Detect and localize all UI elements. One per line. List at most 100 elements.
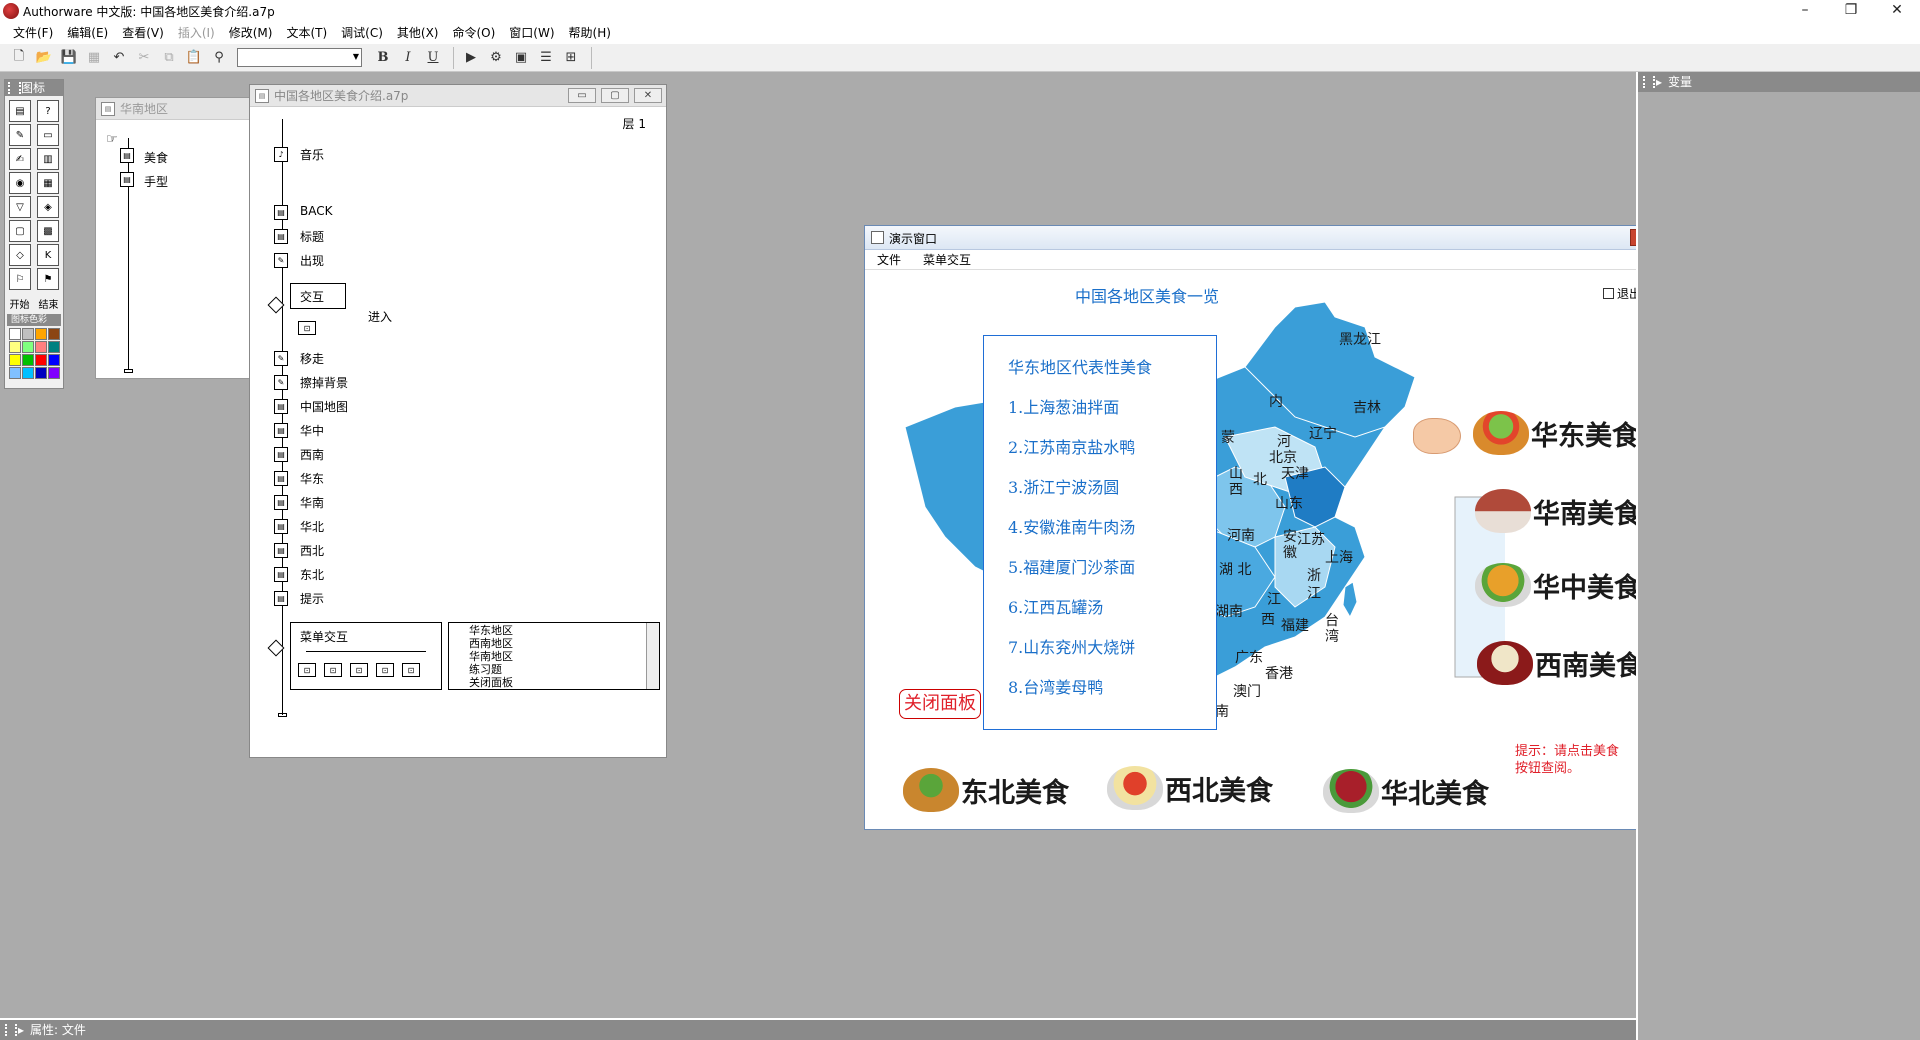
branch-list-item[interactable]: 华南地区 (469, 650, 659, 663)
close-button[interactable]: ✕ (634, 88, 662, 103)
color-swatch[interactable] (48, 367, 60, 379)
restore-button[interactable]: ❐ (1828, 0, 1874, 22)
panel-item[interactable]: 8.台湾姜母鸭 (1008, 674, 1216, 714)
find-icon[interactable]: ⚲ (208, 47, 230, 69)
variables-icon[interactable]: ☰ (535, 47, 557, 69)
display-icon[interactable]: ▤ (274, 447, 288, 462)
color-swatch[interactable] (22, 328, 34, 340)
interaction-icon[interactable]: ▦ (37, 172, 59, 194)
menu-edit[interactable]: 编辑(E) (60, 23, 115, 43)
huanan-window-title[interactable]: ▤ 华南地区 (96, 98, 264, 120)
panel-item[interactable]: 6.江西瓦罐汤 (1008, 594, 1216, 634)
huazhong-food-button[interactable]: 华中美食 (1475, 563, 1641, 607)
panel-item[interactable]: 2.江苏南京盐水鸭 (1008, 434, 1216, 474)
import-icon[interactable]: ▦ (83, 47, 105, 69)
flow-icon-menu-interaction[interactable]: 菜单交互 (300, 628, 348, 645)
color-swatch[interactable] (9, 367, 21, 379)
color-swatch[interactable] (35, 328, 47, 340)
map-icon[interactable]: ◈ (37, 196, 59, 218)
display-icon[interactable]: ▤ (274, 229, 288, 244)
minimize-button[interactable]: ▭ (568, 88, 596, 103)
huabei-food-button[interactable]: 华北美食 (1323, 769, 1489, 813)
color-swatch[interactable] (48, 328, 60, 340)
navigate-icon[interactable]: ✍ (9, 148, 31, 170)
menu-view[interactable]: 查看(V) (115, 23, 171, 43)
flow-item-shouxing[interactable]: 手型 (144, 173, 168, 190)
font-select[interactable]: ▼ (237, 48, 362, 67)
flow-icon-back[interactable]: BACK (300, 204, 332, 218)
color-swatch[interactable] (9, 354, 21, 366)
display-icon[interactable]: ▤ (274, 399, 288, 414)
run-icon[interactable]: ▶ (460, 47, 482, 69)
maximize-button[interactable]: ▢ (601, 88, 629, 103)
color-swatch[interactable] (22, 341, 34, 353)
xibei-food-button[interactable]: 西北美食 (1107, 766, 1273, 810)
branch-list-item[interactable]: 华东地区 (469, 624, 659, 637)
variables-panel-header[interactable]: 变量 (1638, 72, 1920, 92)
open-file-icon[interactable]: 📂 (33, 47, 55, 69)
wait-icon[interactable]: ▭ (37, 124, 59, 146)
framework-icon[interactable]: ▥ (37, 148, 59, 170)
italic-button[interactable]: I (397, 47, 419, 69)
dongbei-food-button[interactable]: 东北美食 (903, 768, 1069, 812)
decision-icon[interactable]: ◉ (9, 172, 31, 194)
display-icon[interactable]: ▤ (274, 519, 288, 534)
flow-icon-erase-bg[interactable]: 擦掉背景 (300, 374, 348, 391)
flow-window-title[interactable]: ▤ 中国各地区美食介绍.a7p ▭ ▢ ✕ (250, 85, 666, 107)
panel-item[interactable]: 7.山东兖州大烧饼 (1008, 634, 1216, 674)
motion-icon[interactable]: ? (37, 100, 59, 122)
save-icon[interactable]: 💾 (58, 47, 80, 69)
display-icon[interactable]: ▤ (120, 172, 134, 187)
flow-icon-music[interactable]: 音乐 (300, 146, 324, 163)
display-icon[interactable]: ▤ (274, 567, 288, 582)
button-icon[interactable]: ⊡ (324, 663, 342, 677)
knowledge-icon[interactable]: K (37, 244, 59, 266)
flow-icon-title[interactable]: 标题 (300, 228, 324, 245)
panel-item[interactable]: 1.上海葱油拌面 (1008, 394, 1216, 434)
erase-icon[interactable]: ✎ (9, 124, 31, 146)
button-icon[interactable]: ⊡ (402, 663, 420, 677)
button-icon[interactable]: ⊡ (298, 663, 316, 677)
calculation-icon[interactable]: ▽ (9, 196, 31, 218)
palette-header[interactable]: 图标 (5, 80, 63, 96)
cut-icon[interactable]: ✂ (133, 47, 155, 69)
flow-icon-xinan[interactable]: 西南 (300, 446, 324, 463)
flow-icon-remove[interactable]: 移走 (300, 350, 324, 367)
flow-icon-huanan[interactable]: 华南 (300, 494, 324, 511)
display-icon[interactable]: ▤ (274, 495, 288, 510)
display-icon[interactable]: ▤ (120, 148, 134, 163)
huadong-food-button[interactable]: 华东美食 (1473, 411, 1639, 455)
display-icon[interactable]: ▤ (274, 205, 288, 220)
panel-item[interactable]: 4.安徽淮南牛肉汤 (1008, 514, 1216, 554)
menu-text[interactable]: 文本(T) (279, 23, 334, 43)
presentation-title-bar[interactable]: 演示窗口 ✕ (865, 226, 1668, 250)
sound-icon[interactable]: ♪ (274, 147, 288, 162)
color-swatch[interactable] (48, 341, 60, 353)
color-swatch[interactable] (9, 328, 21, 340)
color-swatch[interactable] (9, 341, 21, 353)
xinan-food-button[interactable]: 西南美食 (1477, 641, 1643, 685)
properties-bar[interactable]: 属性: 文件 (0, 1018, 1636, 1040)
end-flag-icon[interactable]: ⚑ (37, 268, 59, 290)
menu-file[interactable]: 文件(F) (6, 23, 60, 43)
pointer-hand-icon[interactable]: ☞ (106, 132, 118, 147)
close-panel-button[interactable]: 关闭面板 (899, 689, 981, 719)
branch-list-item[interactable]: 关闭面板 (469, 676, 659, 689)
branch-list-item[interactable]: 练习题 (469, 663, 659, 676)
menu-help[interactable]: 帮助(H) (562, 23, 618, 43)
panel-item[interactable]: 5.福建厦门沙茶面 (1008, 554, 1216, 594)
flow-icon-xibei[interactable]: 西北 (300, 542, 324, 559)
color-swatch[interactable] (35, 367, 47, 379)
minimize-button[interactable]: – (1782, 0, 1828, 22)
motion-icon[interactable]: ✎ (274, 253, 288, 268)
color-swatch[interactable] (22, 367, 34, 379)
color-swatch[interactable] (22, 354, 34, 366)
taiwan-shape[interactable] (1342, 581, 1358, 619)
button-icon[interactable]: ⊡ (298, 321, 316, 335)
menu-modify[interactable]: 修改(M) (222, 23, 280, 43)
diamond-icon[interactable]: ◇ (9, 244, 31, 266)
flow-icon-interaction[interactable]: 交互 (300, 288, 324, 305)
control-panel-icon[interactable]: ⚙ (485, 47, 507, 69)
flow-branch-enter[interactable]: 进入 (368, 308, 392, 325)
copy-icon[interactable]: ⧉ (158, 47, 180, 69)
